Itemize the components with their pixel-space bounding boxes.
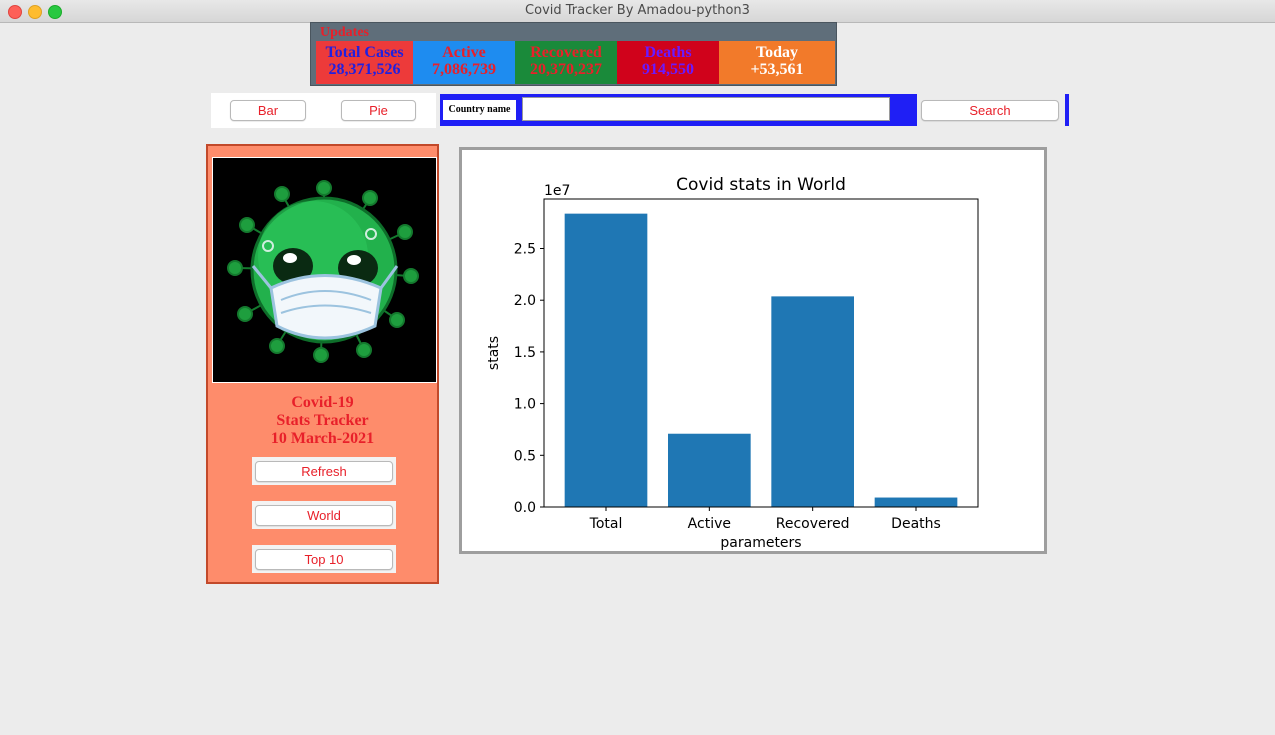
caption-line-2: Stats Tracker: [276, 412, 369, 429]
bar-total: [564, 213, 648, 507]
y-tick-label: 0.5: [514, 448, 536, 464]
virus-mascot-image: [212, 157, 437, 383]
tracker-caption: Covid-19 Stats Tracker 10 March-2021: [208, 394, 437, 448]
total-cases-card: Total Cases 28,371,526: [316, 41, 413, 84]
title-bar: Covid Tracker By Amadou-python3: [0, 0, 1275, 23]
caption-line-1: Covid-19: [291, 394, 354, 411]
y-tick-label: 1.0: [514, 397, 536, 413]
x-tick-label: Total: [589, 516, 623, 532]
today-label: Today: [755, 44, 799, 61]
pie-chart-button[interactable]: Pie: [341, 100, 416, 121]
today-value: +53,561: [750, 61, 804, 78]
recovered-value: 20,370,237: [530, 61, 602, 78]
top10-button-area: Top 10: [252, 545, 396, 573]
chart-type-bar: Bar Pie: [211, 93, 436, 128]
bar-chart-button[interactable]: Bar: [230, 100, 306, 121]
refresh-button[interactable]: Refresh: [255, 461, 393, 482]
active-label: Active: [442, 44, 486, 61]
bar-deaths: [874, 497, 958, 507]
bar-chart: Covid stats in World 1e7 0.0 0.5 1.0 1.5 2.0…: [486, 175, 979, 551]
refresh-button-area: Refresh: [252, 457, 396, 485]
chart-frame: Covid stats in World 1e7 0.0 0.5 1.0 1.5 2.0…: [459, 147, 1047, 554]
chart-title: Covid stats in World: [676, 175, 846, 195]
x-tick-label: Deaths: [891, 516, 941, 532]
total-cases-label: Total Cases: [325, 44, 404, 61]
search-button[interactable]: Search: [921, 100, 1059, 121]
chart-xlabel: parameters: [720, 535, 801, 551]
country-name-input[interactable]: [522, 97, 890, 121]
y-tick-label: 2.5: [514, 242, 536, 258]
caption-line-3: 10 March-2021: [270, 430, 375, 447]
deaths-card: Deaths 914,550: [617, 41, 719, 84]
y-tick-label: 0.0: [514, 500, 536, 516]
updates-label: Updates: [320, 25, 370, 40]
virus-mascot-icon: [227, 180, 419, 363]
search-button-area: Search: [917, 94, 1065, 126]
world-button-area: World: [252, 501, 396, 529]
deaths-value: 914,550: [642, 61, 694, 78]
y-tick-label: 1.5: [514, 345, 536, 361]
updates-panel: Updates Total Cases 28,371,526 Active 7,…: [310, 22, 837, 86]
x-tick-label: Recovered: [776, 516, 850, 532]
y-tick-label: 2.0: [514, 293, 536, 309]
today-card: Today +53,561: [719, 41, 835, 84]
top10-button[interactable]: Top 10: [255, 549, 393, 570]
world-button[interactable]: World: [255, 505, 393, 526]
active-card: Active 7,086,739: [413, 41, 515, 84]
chart-offset-text: 1e7: [544, 183, 570, 199]
recovered-label: Recovered: [530, 44, 602, 61]
active-value: 7,086,739: [432, 61, 496, 78]
sidebar-panel: Covid-19 Stats Tracker 10 March-2021 Ref…: [206, 144, 439, 584]
total-cases-value: 28,371,526: [328, 61, 401, 78]
search-bar: Country name Search: [440, 94, 1069, 126]
x-tick-label: Active: [688, 516, 731, 532]
country-name-label: Country name: [443, 100, 516, 120]
chart-ylabel: stats: [486, 336, 502, 370]
window-title: Covid Tracker By Amadou-python3: [525, 3, 750, 18]
deaths-label: Deaths: [644, 44, 692, 61]
bar-active: [668, 433, 751, 507]
bar-recovered: [771, 296, 854, 507]
recovered-card: Recovered 20,370,237: [515, 41, 617, 84]
